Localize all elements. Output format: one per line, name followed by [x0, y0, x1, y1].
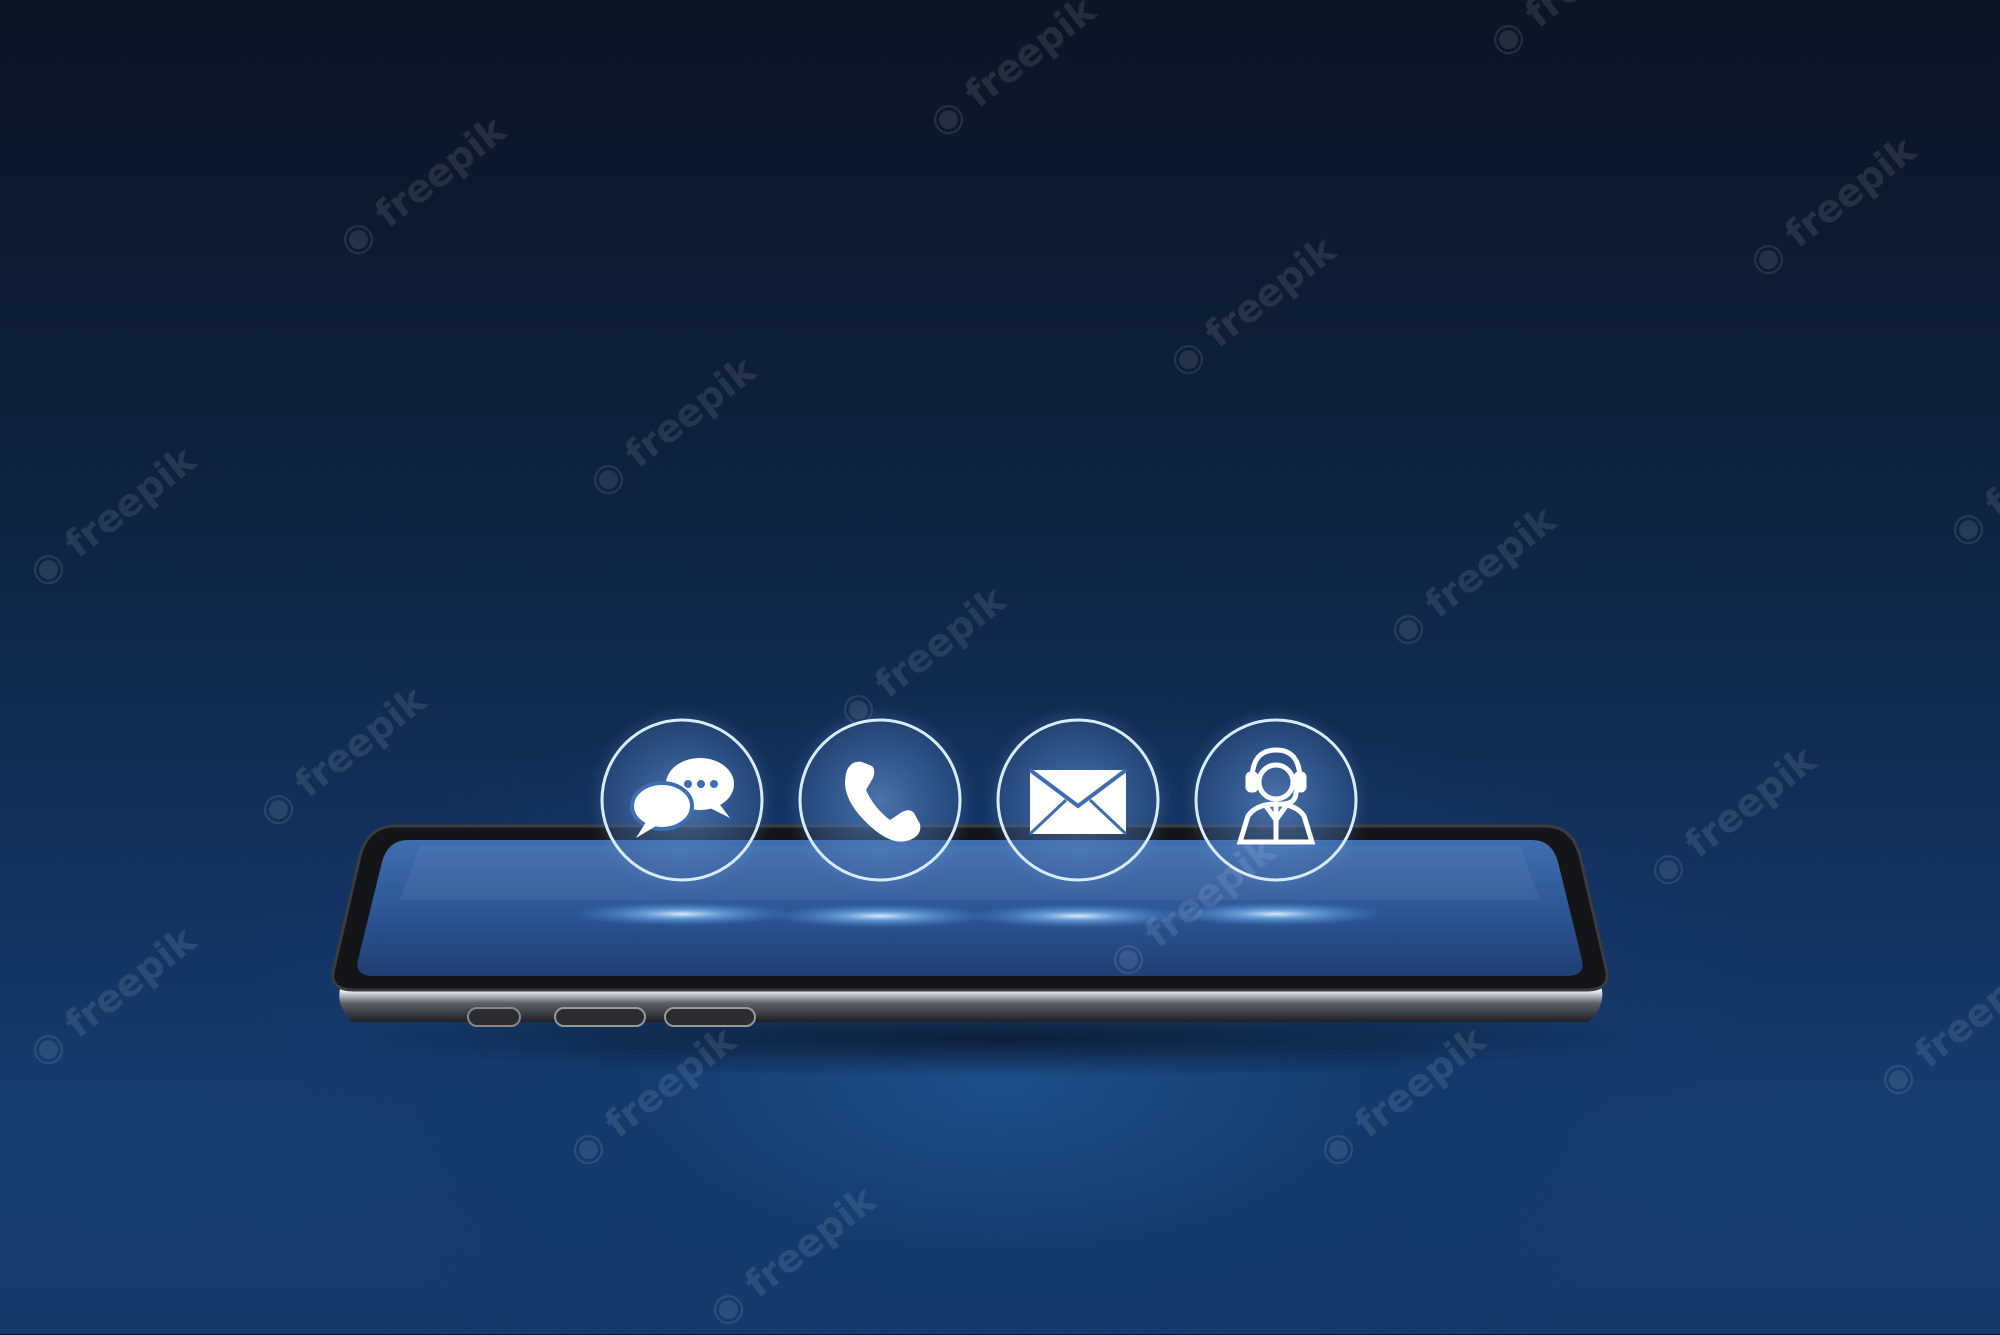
side-switch	[467, 1007, 521, 1027]
support-button[interactable]	[1190, 714, 1362, 886]
screen-reflection	[400, 846, 1540, 900]
smartphone	[331, 824, 1609, 1027]
volume-down-button	[664, 1007, 756, 1027]
email-button[interactable]	[992, 714, 1164, 886]
call-button[interactable]	[794, 714, 966, 886]
chat-button[interactable]	[596, 714, 768, 886]
volume-up-button	[554, 1007, 646, 1027]
product-photo-scene	[331, 714, 1640, 1078]
envelope-icon	[1028, 768, 1128, 836]
